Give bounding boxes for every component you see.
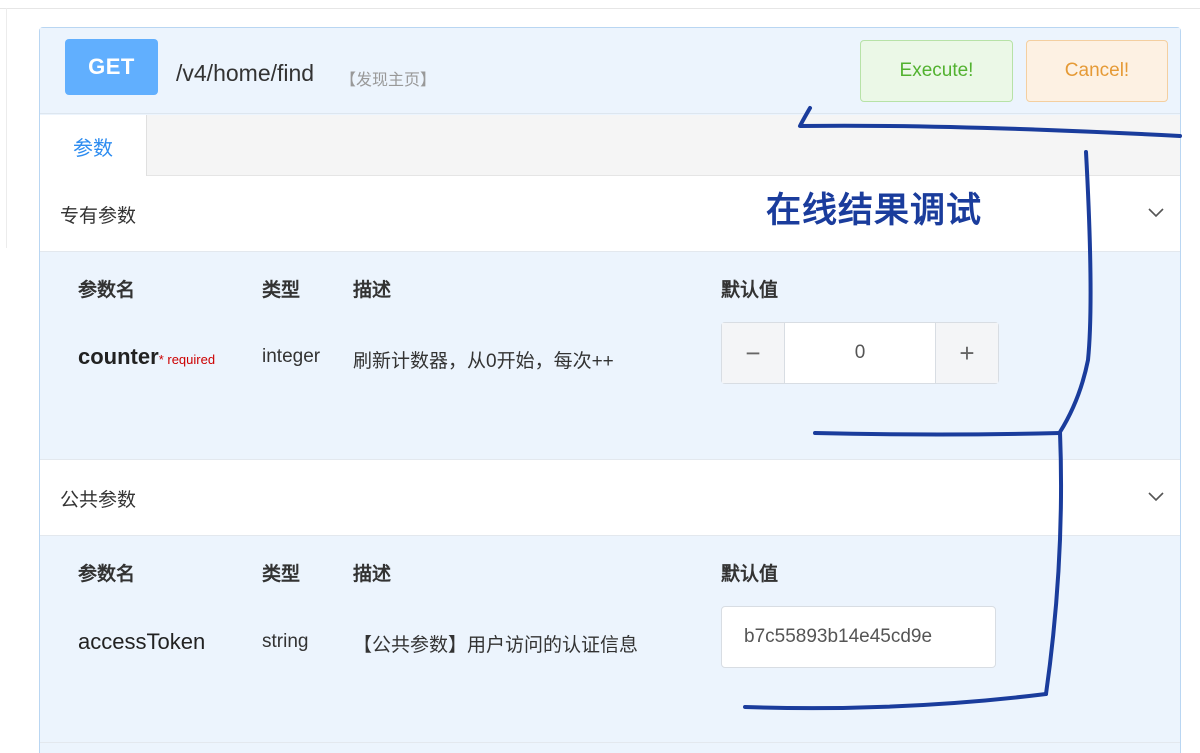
minus-icon[interactable]: − bbox=[722, 323, 785, 383]
access-token-input[interactable]: b7c55893b14e45cd9e bbox=[721, 606, 996, 668]
endpoint-path: /v4/home/find bbox=[176, 60, 315, 86]
plus-icon[interactable]: + bbox=[935, 323, 998, 383]
endpoint-summary: 【发现主页】 bbox=[340, 72, 437, 89]
section-header-private[interactable]: 专有参数 bbox=[40, 176, 1180, 252]
required-mark: * required bbox=[158, 352, 216, 367]
section-title: 专有参数 bbox=[60, 206, 137, 227]
col-header-type: 类型 bbox=[262, 564, 301, 585]
page: GET /v4/home/find 【发现主页】 Execute! Cancel… bbox=[0, 0, 1200, 753]
execute-button[interactable]: Execute! bbox=[860, 40, 1013, 102]
counter-stepper: − 0 + bbox=[721, 322, 999, 384]
col-header-desc: 描述 bbox=[353, 280, 392, 301]
param-desc: 【公共参数】用户访问的认证信息 bbox=[353, 635, 639, 656]
chevron-down-icon[interactable] bbox=[1146, 486, 1166, 506]
param-name: accessToken bbox=[78, 629, 206, 654]
tab-params[interactable]: 参数 bbox=[40, 115, 147, 177]
cancel-button[interactable]: Cancel! bbox=[1026, 40, 1168, 102]
param-name: counter* required bbox=[78, 344, 215, 370]
section-body-private: 参数名 类型 描述 默认值 counter* required integer … bbox=[40, 252, 1180, 460]
counter-value[interactable]: 0 bbox=[785, 323, 935, 383]
param-type: integer bbox=[262, 346, 321, 367]
section-title: 公共参数 bbox=[60, 490, 137, 511]
endpoint-card: GET /v4/home/find 【发现主页】 Execute! Cancel… bbox=[39, 27, 1181, 753]
annotation-label: 在线结果调试 bbox=[766, 191, 983, 230]
section-header-public[interactable]: 公共参数 bbox=[40, 460, 1180, 536]
chevron-down-icon[interactable] bbox=[1146, 202, 1166, 222]
col-header-type: 类型 bbox=[262, 280, 301, 301]
method-badge: GET bbox=[65, 39, 158, 95]
col-header-name: 参数名 bbox=[78, 564, 136, 585]
col-header-default: 默认值 bbox=[721, 564, 779, 585]
top-divider bbox=[0, 8, 1200, 9]
col-header-desc: 描述 bbox=[353, 564, 392, 585]
col-header-name: 参数名 bbox=[78, 280, 136, 301]
endpoint-header[interactable]: GET /v4/home/find 【发现主页】 Execute! Cancel… bbox=[40, 28, 1180, 114]
tab-bar: 参数 bbox=[40, 115, 1180, 177]
param-name-text: counter bbox=[78, 344, 159, 369]
param-desc: 刷新计数器，从0开始，每次++ bbox=[353, 351, 614, 372]
col-header-default: 默认值 bbox=[721, 280, 779, 301]
left-divider bbox=[6, 8, 7, 248]
param-type: string bbox=[262, 631, 309, 652]
section-body-public: 参数名 类型 描述 默认值 accessToken string 【公共参数】用… bbox=[40, 536, 1180, 743]
